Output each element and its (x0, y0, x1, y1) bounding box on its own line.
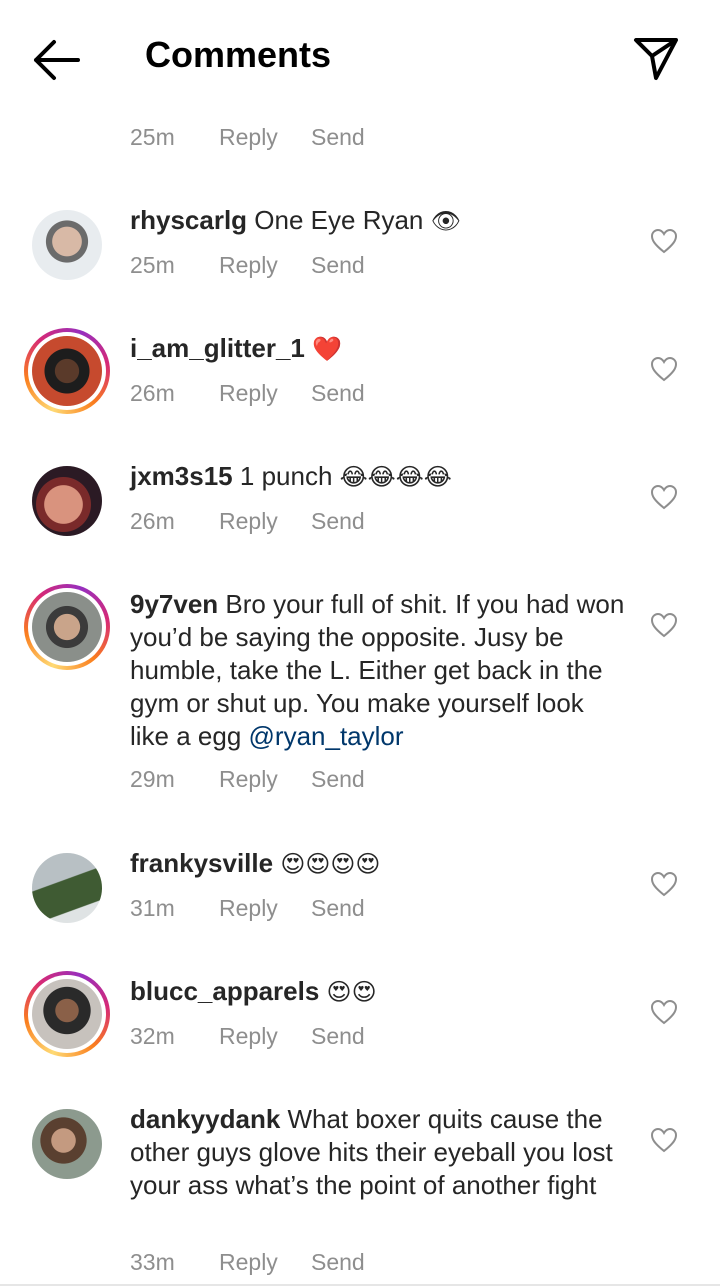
heart-icon[interactable] (650, 612, 678, 638)
heart-icon[interactable] (650, 228, 678, 254)
reply-button[interactable]: Reply (219, 508, 278, 535)
send-button[interactable]: Send (311, 1023, 365, 1050)
page-title: Comments (145, 34, 332, 75)
comment-time: 32m (130, 1023, 175, 1049)
comment-text: jxm3s15 1 punch 😂😂😂😂 (130, 460, 630, 494)
heart-icon[interactable] (650, 484, 678, 510)
reply-button[interactable]: Reply (219, 766, 278, 793)
comment-username[interactable]: rhyscarlg (130, 205, 247, 235)
reply-button[interactable]: Reply (219, 1023, 278, 1050)
comment-time: 29m (130, 766, 175, 792)
comment-time: 33m (130, 1249, 175, 1275)
avatar[interactable] (24, 458, 110, 544)
avatar[interactable] (24, 971, 110, 1057)
comment-body (319, 976, 326, 1006)
avatar[interactable] (24, 845, 110, 931)
avatar[interactable] (24, 1101, 110, 1187)
comment-username[interactable]: frankysville (130, 848, 273, 878)
comment-time: 25m (130, 252, 175, 278)
send-button[interactable]: Send (311, 1249, 365, 1276)
comment-username[interactable]: dankyydank (130, 1104, 280, 1134)
comment-emoji: 😍😍 (326, 978, 377, 1006)
reply-button[interactable]: Reply (219, 124, 278, 151)
comment-emoji: 😂😂😂😂 (339, 463, 452, 491)
comment-text: frankysville 😍😍😍😍 (130, 847, 630, 881)
mention-link[interactable]: @ryan_taylor (249, 721, 404, 751)
comment-username[interactable]: blucc_apparels (130, 976, 319, 1006)
heart-icon[interactable] (650, 1127, 678, 1153)
reply-button[interactable]: Reply (219, 252, 278, 279)
avatar[interactable] (24, 202, 110, 288)
comment-text: i_am_glitter_1 ❤️ (130, 332, 630, 366)
avatar[interactable] (24, 584, 110, 670)
comment-body: One Eye Ryan (247, 205, 431, 235)
comment-username[interactable]: 9y7ven (130, 589, 218, 619)
comment-emoji: 😍😍😍😍 (280, 850, 381, 878)
comment-text: rhyscarlg One Eye Ryan 👁 (130, 204, 630, 238)
send-button[interactable]: Send (311, 508, 365, 535)
header-bar: Comments (0, 0, 720, 112)
avatar[interactable] (24, 328, 110, 414)
send-button[interactable]: Send (311, 124, 365, 151)
heart-icon[interactable] (650, 871, 678, 897)
comment-time: 26m (130, 508, 175, 534)
comment-time: 31m (130, 895, 175, 921)
reply-button[interactable]: Reply (219, 895, 278, 922)
comment-text: 9y7ven Bro your full of shit. If you had… (130, 588, 630, 753)
reply-button[interactable]: Reply (219, 1249, 278, 1276)
comment-emoji: ❤️ (312, 335, 342, 363)
comment-text: dankyydank What boxer quits cause the ot… (130, 1103, 630, 1202)
reply-button[interactable]: Reply (219, 380, 278, 407)
send-button[interactable]: Send (311, 766, 365, 793)
comment-emoji: 👁 (430, 207, 462, 235)
send-button[interactable]: Send (311, 252, 365, 279)
send-button[interactable]: Send (311, 895, 365, 922)
comment-body: 1 punch (232, 461, 340, 491)
arrow-left-icon[interactable] (30, 38, 82, 82)
heart-icon[interactable] (650, 356, 678, 382)
paper-plane-icon[interactable] (630, 32, 682, 84)
comment-username[interactable]: jxm3s15 (130, 461, 233, 491)
heart-icon[interactable] (650, 999, 678, 1025)
send-button[interactable]: Send (311, 380, 365, 407)
comment-username[interactable]: i_am_glitter_1 (130, 333, 305, 363)
comment-time: 25m (130, 124, 175, 150)
comment-time: 26m (130, 380, 175, 406)
comment-text: blucc_apparels 😍😍 (130, 975, 630, 1009)
